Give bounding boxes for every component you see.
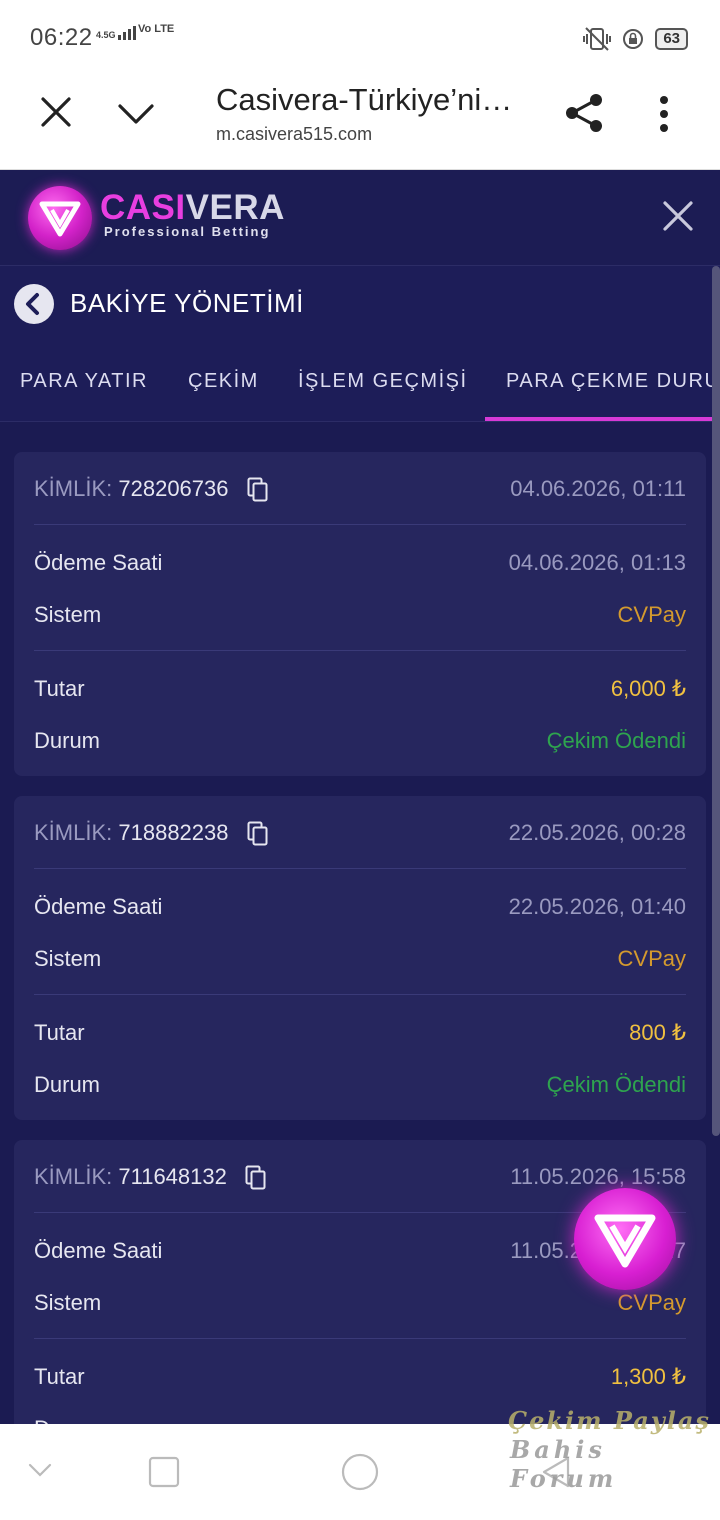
status-time: 06:22 [30, 24, 93, 51]
status-row: Durum Çekim Ödendi [34, 728, 686, 753]
amount-row: Tutar 1,300 ₺ [34, 1364, 686, 1389]
status-row: Durum Çekim Ödendi [34, 1072, 686, 1097]
vibrate-icon [583, 27, 612, 51]
back-button[interactable] [14, 284, 54, 324]
card-header-row: KİMLİK: 728206736 04.06.2026, 01:11 [34, 468, 686, 508]
page-title: Casivera-Türkiye’nin... [216, 82, 516, 117]
casivera-fab-button[interactable] [574, 1188, 676, 1290]
page-url[interactable]: m.casivera515.com [216, 124, 372, 145]
system-value: CVPay [617, 602, 686, 627]
system-value: CVPay [617, 946, 686, 971]
divider [34, 1338, 686, 1339]
status-value: Çekim Ödendi [546, 1072, 686, 1097]
copy-icon[interactable] [245, 1165, 267, 1191]
card-header-row: KİMLİK: 718882238 22.05.2026, 00:28 [34, 812, 686, 852]
brand-name: CASIVERA [100, 188, 285, 227]
amount-value: 800 ₺ [629, 1020, 686, 1045]
nav-home-icon[interactable] [340, 1452, 380, 1492]
created-date: 04.06.2026, 01:11 [510, 476, 686, 501]
pay-time-row: Ödeme Saati 04.06.2026, 01:13 [34, 550, 686, 575]
nav-recents-icon[interactable] [148, 1456, 180, 1488]
nav-collapse-icon[interactable] [28, 1462, 52, 1478]
close-icon[interactable] [662, 200, 694, 232]
tab-transaction-history[interactable]: İŞLEM GEÇMİŞİ [298, 370, 468, 393]
forum-watermark: Çekim Paylaş Bahis Forum [508, 1406, 711, 1493]
divider [34, 994, 686, 995]
transaction-id: 728206736 [118, 476, 229, 501]
status-bar: 06:22 4.5G Vo LTE 63 [0, 0, 720, 76]
casivera-logo-icon[interactable] [28, 186, 92, 250]
close-icon[interactable] [38, 94, 74, 130]
system-value: CVPay [617, 1290, 686, 1315]
created-date: 22.05.2026, 00:28 [508, 820, 686, 845]
system-row: Sistem CVPay [34, 602, 686, 627]
copy-icon[interactable] [247, 821, 269, 847]
back-chevron-icon [26, 293, 39, 315]
withdrawal-card: KİMLİK: 718882238 22.05.2026, 00:28 Ödem… [14, 796, 706, 1120]
active-tab-indicator [485, 417, 720, 421]
pay-time-row: Ödeme Saati 22.05.2026, 01:40 [34, 894, 686, 919]
tab-withdrawal-status[interactable]: PARA ÇEKME DURUMU [506, 370, 720, 393]
amount-row: Tutar 800 ₺ [34, 1020, 686, 1045]
tab-deposit[interactable]: PARA YATIR [20, 370, 148, 393]
alarm-lock-icon [623, 29, 644, 49]
share-icon[interactable] [564, 92, 604, 134]
chevron-down-icon[interactable] [116, 98, 156, 128]
status-value: Çekim Ödendi [546, 728, 686, 753]
transaction-id: 711648132 [118, 1164, 227, 1189]
copy-icon[interactable] [247, 477, 269, 503]
created-date: 11.05.2026, 15:58 [510, 1164, 686, 1189]
pay-time-value: 22.05.2026, 01:40 [508, 894, 686, 919]
system-row: Sistem CVPay [34, 946, 686, 971]
pay-time-value: 04.06.2026, 01:13 [508, 550, 686, 575]
panel-title: BAKİYE YÖNETİMİ [70, 288, 304, 318]
balance-tabs: PARA YATIR ÇEKİM İŞLEM GEÇMİŞİ PARA ÇEKM… [0, 342, 720, 422]
transaction-id: 718882238 [118, 820, 229, 845]
volte-indicator: Vo LTE [138, 23, 175, 35]
brand-tagline: Professional Betting [104, 224, 271, 239]
scrollbar[interactable] [712, 266, 720, 1136]
site-header: CASIVERA Professional Betting [0, 170, 720, 266]
amount-row: Tutar 6,000 ₺ [34, 676, 686, 701]
tab-withdraw[interactable]: ÇEKİM [188, 370, 259, 393]
battery-indicator: 63 [655, 28, 688, 50]
divider [34, 650, 686, 651]
amount-value: 6,000 ₺ [610, 676, 686, 701]
divider [34, 524, 686, 525]
balance-panel-header: BAKİYE YÖNETİMİ [0, 266, 720, 342]
withdrawal-card: KİMLİK: 728206736 04.06.2026, 01:11 Ödem… [14, 452, 706, 776]
browser-toolbar: Casivera-Türkiye’nin... m.casivera515.co… [0, 76, 720, 170]
signal-icon: 4.5G [96, 26, 136, 40]
casivera-logo-icon [594, 1214, 656, 1268]
more-vertical-icon[interactable] [652, 94, 676, 134]
amount-value: 1,300 ₺ [610, 1364, 686, 1389]
divider [34, 868, 686, 869]
